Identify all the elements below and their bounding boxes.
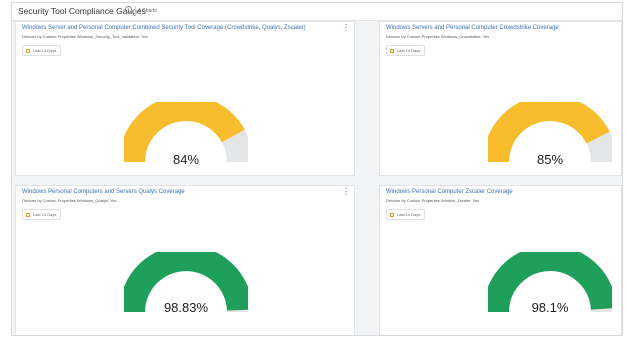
gauge-value: 98.1% (531, 300, 569, 315)
more-options-icon[interactable]: ⋮ (342, 24, 350, 32)
card-title[interactable]: Windows Personal Computer Zscaler Covera… (386, 189, 513, 195)
date-filter-label: Last 14 Days (397, 212, 421, 217)
date-filter-label: Last 14 Days (33, 212, 57, 217)
card-title[interactable]: Windows Personal Computers and Servers Q… (22, 189, 185, 195)
dashboard-frame: Security Tool Compliance Gauges i 4 Char… (11, 2, 623, 336)
date-filter-label: Last 14 Days (397, 48, 421, 53)
card-subtitle: Devices by Custom Properties Windows_Sec… (22, 34, 148, 39)
calendar-icon (26, 212, 30, 217)
gauge-value: 85% (536, 152, 564, 167)
calendar-icon (26, 48, 30, 53)
gauge-card-qualys: Windows Personal Computers and Servers Q… (15, 185, 355, 335)
gauge-value: 98.83% (163, 300, 209, 315)
gauge-card-zscaler: Windows Personal Computer Zscaler Covera… (379, 185, 622, 335)
card-subtitle: Devices by Custom Properties Window_Zsca… (386, 198, 480, 203)
gauge-card-combined: Windows Server and Personal Computer Com… (15, 21, 355, 176)
calendar-icon (390, 212, 394, 217)
more-options-icon[interactable]: ⋮ (342, 188, 350, 196)
info-icon[interactable]: i (125, 6, 132, 13)
date-filter-chip[interactable]: Last 14 Days (22, 209, 62, 220)
date-filter-chip[interactable]: Last 14 Days (386, 209, 426, 220)
dashboard-header: Security Tool Compliance Gauges i 4 Char… (12, 3, 622, 21)
gauge-value: 84% (172, 152, 200, 167)
card-title[interactable]: Windows Server and Personal Computer Com… (22, 25, 306, 31)
chart-count: 4 Charts (138, 8, 157, 14)
card-title[interactable]: Windows Servers and Personal Computer Cr… (386, 25, 559, 31)
header-divider (135, 6, 136, 16)
date-filter-label: Last 14 Days (33, 48, 57, 53)
calendar-icon (390, 48, 394, 53)
gauge-card-crowdstrike: Windows Servers and Personal Computer Cr… (379, 21, 622, 176)
card-subtitle: Devices by Custom Properties Windows_Qua… (22, 198, 117, 203)
date-filter-chip[interactable]: Last 14 Days (386, 45, 426, 56)
date-filter-chip[interactable]: Last 14 Days (22, 45, 62, 56)
card-subtitle: Devices by Custom Properties Windows_Cro… (386, 34, 490, 39)
